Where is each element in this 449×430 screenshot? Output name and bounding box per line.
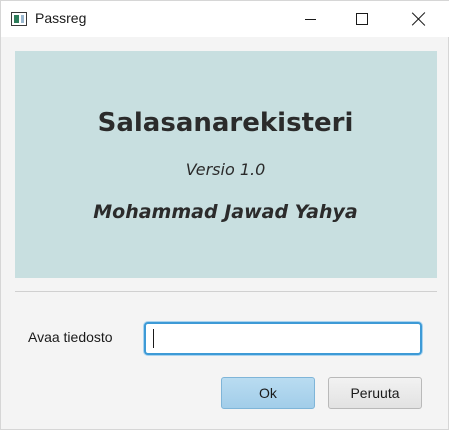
maximize-button[interactable]: [339, 1, 385, 37]
text-caret: [153, 329, 154, 348]
minimize-button[interactable]: [287, 1, 333, 37]
version-text: Versio 1.0: [185, 160, 266, 179]
open-file-label: Avaa tiedosto: [28, 329, 113, 345]
cancel-button[interactable]: Peruuta: [328, 377, 422, 409]
close-button[interactable]: [396, 1, 442, 37]
author-text: Mohammad Jawad Yahya: [93, 201, 358, 223]
minimize-icon: [304, 18, 316, 20]
app-name-heading: Salasanarekisteri: [97, 108, 354, 138]
ok-button[interactable]: Ok: [221, 377, 315, 409]
close-icon: [412, 12, 426, 26]
separator: [15, 291, 437, 292]
app-icon: [11, 12, 27, 26]
window-title: Passreg: [35, 10, 87, 26]
open-file-input[interactable]: [144, 322, 422, 355]
title-bar[interactable]: Passreg: [1, 1, 449, 37]
dialog-window: Passreg Salasanarekisteri Versio 1.0 Moh…: [0, 0, 449, 430]
maximize-icon: [356, 13, 368, 25]
